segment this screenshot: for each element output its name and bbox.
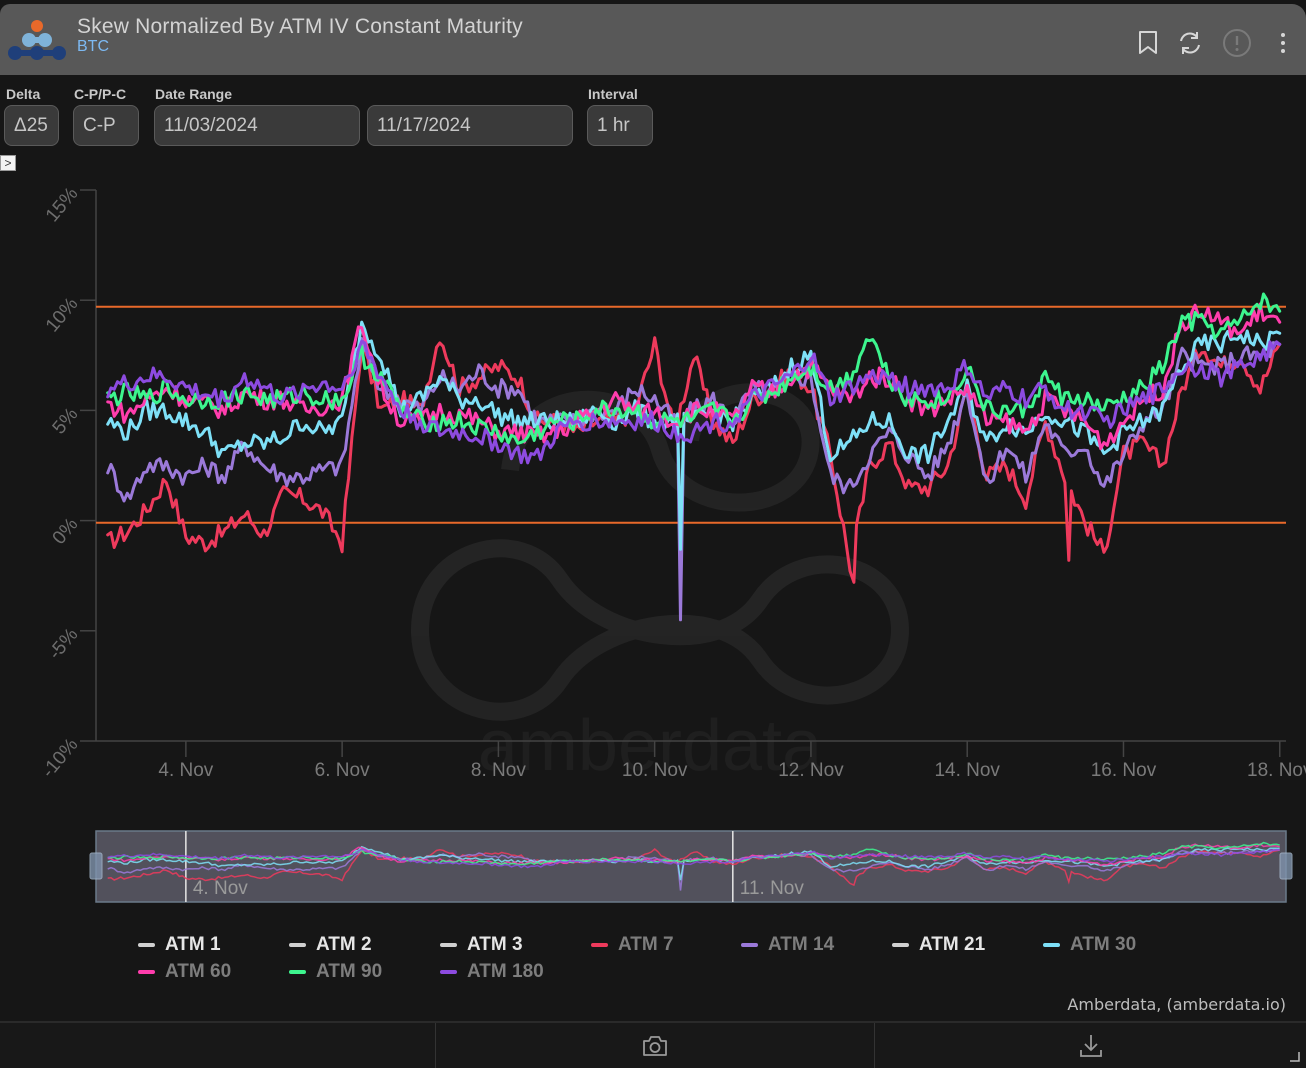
chart-area: amberdata -10%-5%0%5%10%15%4. Nov6. Nov8… bbox=[38, 183, 1306, 903]
legend-swatch bbox=[289, 943, 306, 947]
navigator-label: 11. Nov bbox=[740, 878, 805, 899]
navigator-handle-right[interactable] bbox=[1279, 852, 1293, 880]
y-tick-label: 0% bbox=[49, 514, 83, 549]
legend-swatch bbox=[1043, 943, 1060, 947]
resize-handle-icon[interactable] bbox=[1290, 1052, 1300, 1062]
download-button[interactable] bbox=[875, 1023, 1306, 1068]
legend-label: ATM 2 bbox=[316, 934, 372, 955]
series-line-atm-7[interactable] bbox=[106, 336, 1282, 584]
x-tick-label: 8. Nov bbox=[471, 760, 526, 781]
screenshot-button[interactable] bbox=[436, 1023, 874, 1068]
legend-swatch bbox=[440, 943, 457, 947]
legend-swatch bbox=[138, 943, 155, 947]
legend-item-atm-14[interactable]: ATM 14 bbox=[741, 934, 834, 956]
credit-text[interactable]: Amberdata, (amberdata.io) bbox=[1067, 995, 1286, 1014]
legend-item-atm-30[interactable]: ATM 30 bbox=[1043, 934, 1136, 956]
x-tick-label: 10. Nov bbox=[622, 760, 688, 781]
navigator-selection[interactable] bbox=[95, 830, 1287, 903]
legend: ATM 1 ATM 2 ATM 3 ATM 7 ATM 14 ATM 21 ATM 30 AT… bbox=[0, 930, 1306, 990]
legend-item-atm-90[interactable]: ATM 90 bbox=[289, 961, 382, 983]
legend-label: ATM 21 bbox=[919, 934, 986, 955]
x-tick-label: 4. Nov bbox=[158, 760, 213, 781]
y-tick-label: -10% bbox=[38, 734, 83, 782]
legend-label: ATM 1 bbox=[165, 934, 221, 955]
camera-icon bbox=[643, 1035, 667, 1056]
legend-swatch bbox=[591, 943, 608, 947]
legend-item-atm-7[interactable]: ATM 7 bbox=[591, 934, 674, 956]
x-tick-label: 6. Nov bbox=[315, 760, 370, 781]
legend-item-atm-21[interactable]: ATM 21 bbox=[892, 934, 985, 956]
legend-label: ATM 90 bbox=[316, 961, 383, 982]
legend-label: ATM 180 bbox=[467, 961, 544, 982]
legend-swatch bbox=[892, 943, 909, 947]
legend-label: ATM 30 bbox=[1070, 934, 1137, 955]
legend-item-atm-180[interactable]: ATM 180 bbox=[440, 961, 544, 983]
legend-swatch bbox=[138, 970, 155, 974]
legend-item-atm-60[interactable]: ATM 60 bbox=[138, 961, 231, 983]
x-tick-label: 12. Nov bbox=[778, 760, 844, 781]
legend-swatch bbox=[741, 943, 758, 947]
legend-label: ATM 7 bbox=[618, 934, 674, 955]
legend-label: ATM 14 bbox=[768, 934, 835, 955]
legend-swatch bbox=[289, 970, 306, 974]
legend-item-atm-1[interactable]: ATM 1 bbox=[138, 934, 221, 956]
legend-label: ATM 60 bbox=[165, 961, 232, 982]
legend-label: ATM 3 bbox=[467, 934, 523, 955]
navigator-label: 4. Nov bbox=[193, 878, 248, 899]
x-tick-label: 16. Nov bbox=[1091, 760, 1157, 781]
x-tick-label: 14. Nov bbox=[934, 760, 1000, 781]
legend-swatch bbox=[440, 970, 457, 974]
footer-toolbar bbox=[0, 1021, 1306, 1068]
legend-item-atm-2[interactable]: ATM 2 bbox=[289, 934, 372, 956]
y-tick-label: 10% bbox=[42, 294, 83, 337]
download-icon bbox=[1079, 1034, 1102, 1057]
x-tick-label: 18. Nov bbox=[1247, 760, 1306, 781]
y-tick-label: 5% bbox=[49, 404, 83, 439]
navigator-handle-left[interactable] bbox=[89, 852, 103, 880]
series-line-atm-14[interactable] bbox=[106, 337, 1282, 622]
legend-item-atm-3[interactable]: ATM 3 bbox=[440, 934, 523, 956]
navigator[interactable]: 4. Nov 11. Nov bbox=[89, 830, 1293, 903]
y-tick-label: -5% bbox=[45, 624, 83, 663]
y-tick-label: 15% bbox=[42, 183, 83, 226]
